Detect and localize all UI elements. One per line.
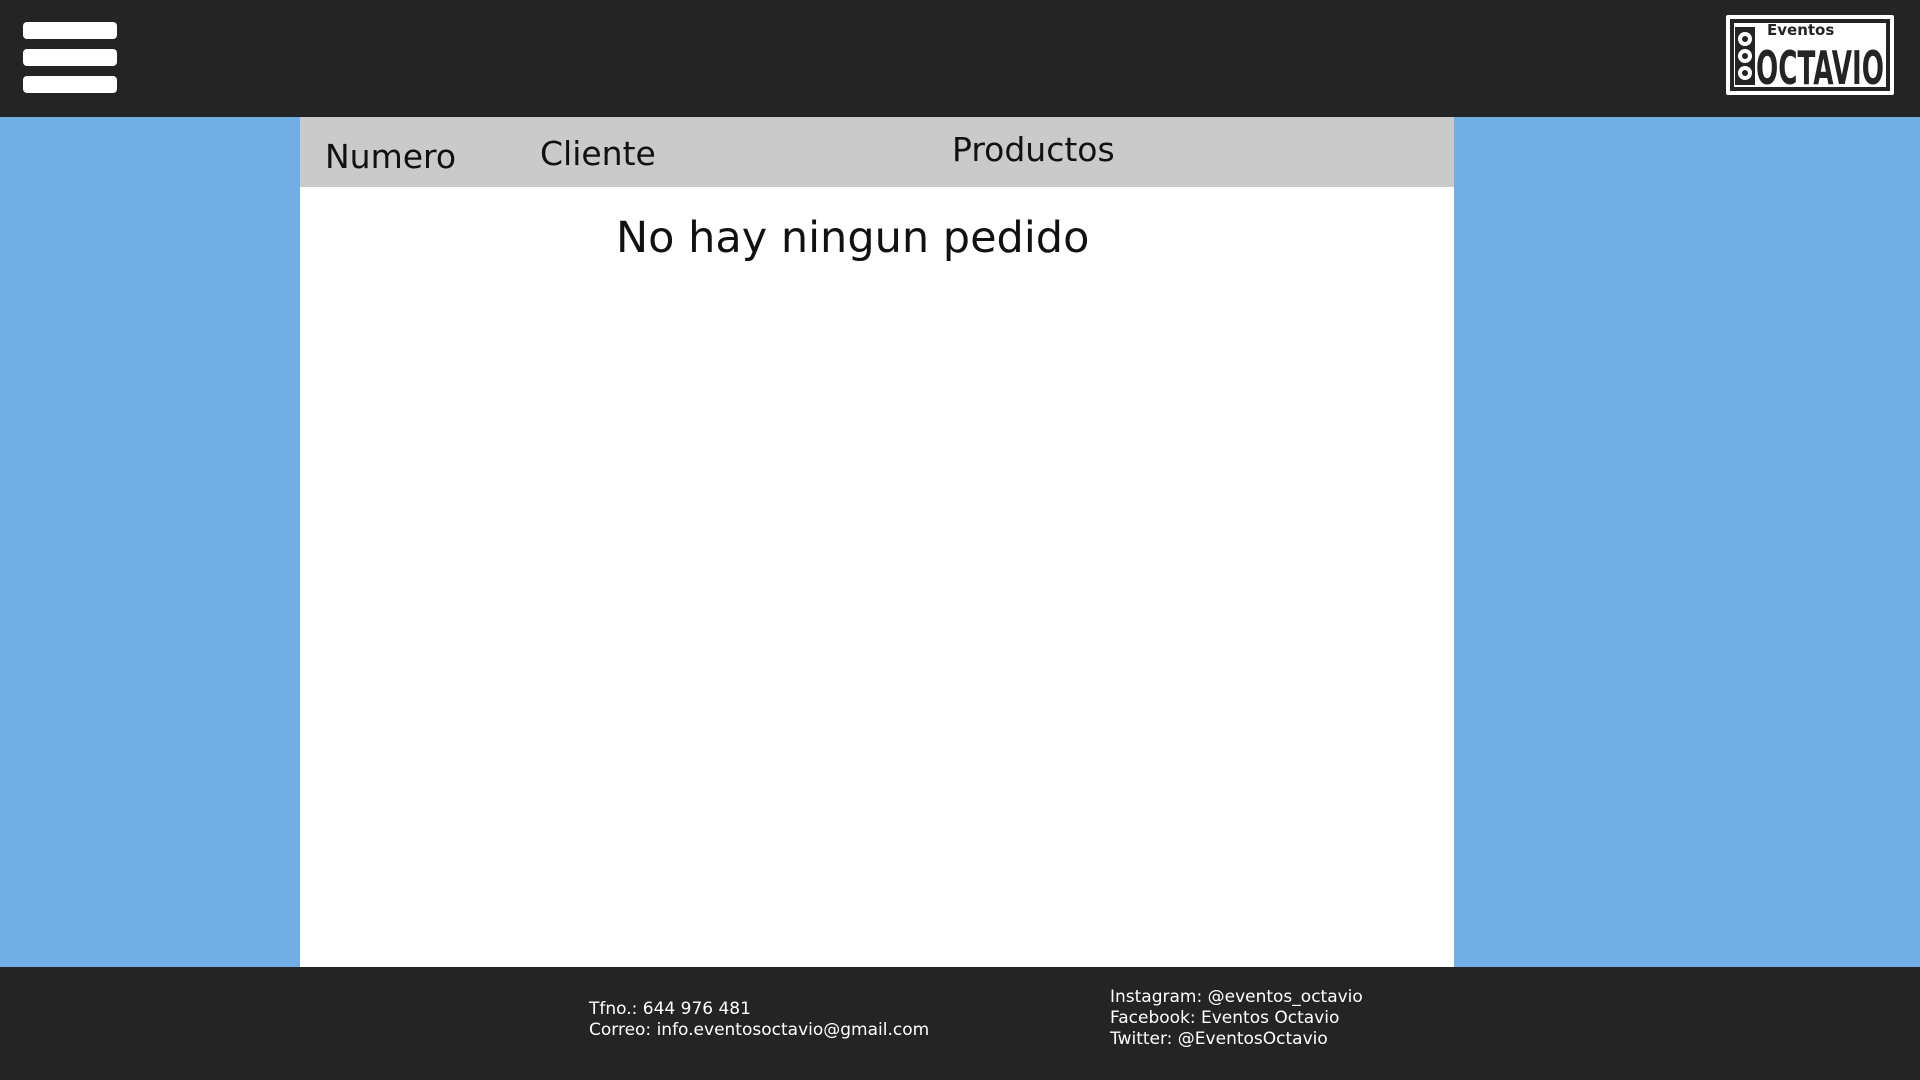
- menu-bar-line: [23, 49, 117, 66]
- logo-small-text: Eventos: [1767, 21, 1834, 39]
- page-footer: Tfno.: 644 976 481 Correo: info.eventoso…: [0, 967, 1920, 1080]
- orders-panel: Numero Cliente Productos No hay ningun p…: [300, 117, 1454, 967]
- footer-phone: Tfno.: 644 976 481: [589, 999, 751, 1019]
- footer-instagram[interactable]: Instagram: @eventos_octavio: [1110, 987, 1363, 1008]
- top-navigation-bar: Eventos OCTAVIO: [0, 0, 1920, 117]
- footer-facebook[interactable]: Facebook: Eventos Octavio: [1110, 1008, 1339, 1029]
- menu-bar-line: [23, 22, 117, 39]
- logo-big-text: OCTAVIO: [1756, 41, 1884, 95]
- empty-orders-message: No hay ningun pedido: [616, 213, 1090, 263]
- column-header-productos: Productos: [952, 130, 1115, 169]
- hamburger-menu-icon[interactable]: [23, 22, 117, 93]
- orders-table-header: Numero Cliente Productos: [300, 117, 1454, 187]
- menu-bar-line: [23, 76, 117, 93]
- column-header-numero: Numero: [325, 137, 457, 176]
- column-header-cliente: Cliente: [540, 134, 656, 173]
- footer-twitter[interactable]: Twitter: @EventosOctavio: [1110, 1029, 1328, 1050]
- footer-email[interactable]: Correo: info.eventosoctavio@gmail.com: [589, 1020, 929, 1041]
- eventos-octavio-logo[interactable]: Eventos OCTAVIO: [1724, 13, 1896, 97]
